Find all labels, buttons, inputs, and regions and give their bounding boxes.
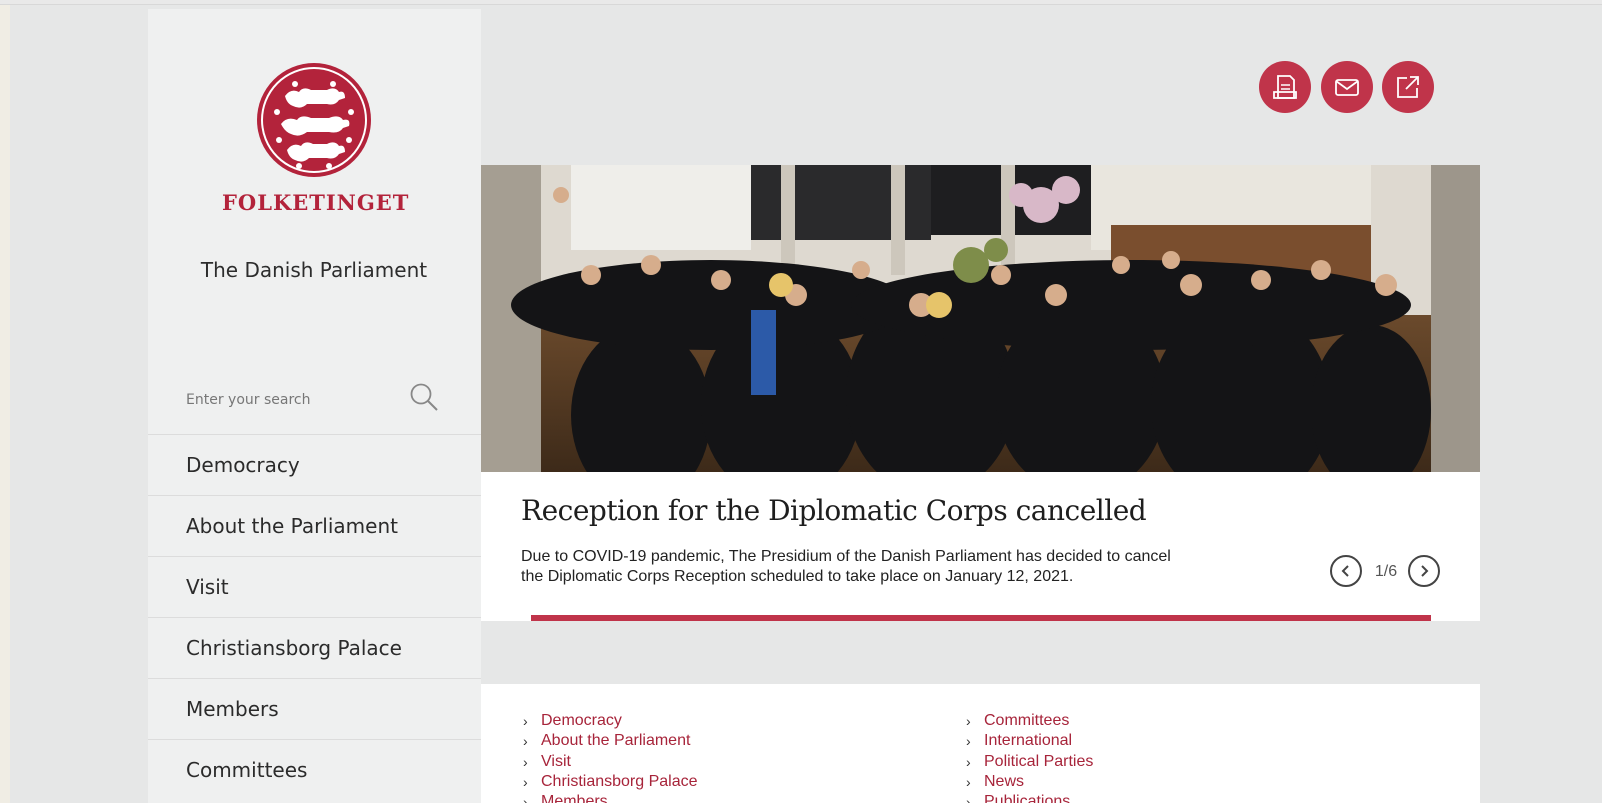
chevron-right-icon: › (966, 733, 971, 750)
quick-link-label: Political Parties (984, 752, 1094, 770)
quick-link-label: Democracy (541, 712, 622, 730)
chevron-right-icon: › (523, 733, 528, 750)
sidebar-item-christiansborg-palace[interactable]: Christiansborg Palace (148, 617, 481, 678)
quick-link-publications[interactable]: › Publications (966, 792, 1093, 803)
carousel-prev-button[interactable] (1330, 555, 1362, 587)
sidebar-item-democracy[interactable]: Democracy (148, 434, 481, 495)
mail-icon (1335, 79, 1359, 96)
quick-link-label: Christiansborg Palace (541, 773, 698, 791)
site-tagline: The Danish Parliament (200, 258, 428, 282)
share-button[interactable] (1382, 61, 1434, 113)
reception-crowd-photo (481, 165, 1480, 472)
sidebar-item-committees[interactable]: Committees (148, 739, 481, 800)
chevron-left-icon (1341, 565, 1349, 577)
quick-link-label: News (984, 773, 1025, 791)
sidebar-item-visit[interactable]: Visit (148, 556, 481, 617)
sidebar-nav: Democracy About the Parliament Visit Chr… (148, 434, 481, 800)
carousel-next-button[interactable] (1408, 555, 1440, 587)
search-icon[interactable] (408, 381, 440, 413)
quick-link-about-the-parliament[interactable]: › About the Parliament (523, 731, 698, 751)
quick-link-political-parties[interactable]: › Political Parties (966, 752, 1093, 772)
quick-link-christiansborg-palace[interactable]: › Christiansborg Palace (523, 772, 698, 792)
quick-link-label: Members (541, 793, 608, 803)
quick-link-international[interactable]: › International (966, 731, 1093, 751)
quick-links-panel: › Democracy › About the Parliament › Visit … (481, 684, 1480, 803)
hero-title[interactable]: Reception for the Diplomatic Corps cance… (521, 494, 1147, 527)
carousel-progress-bar (531, 615, 1431, 621)
quick-link-members[interactable]: › Members (523, 792, 698, 803)
quick-link-news[interactable]: › News (966, 772, 1093, 792)
chevron-right-icon (1421, 565, 1429, 577)
search-input[interactable] (186, 386, 406, 414)
chevron-right-icon: › (966, 794, 971, 803)
chevron-right-icon: › (523, 713, 528, 730)
chevron-right-icon: › (966, 713, 971, 730)
page-margin (0, 5, 10, 803)
chevron-right-icon: › (523, 753, 528, 770)
quick-link-visit[interactable]: › Visit (523, 752, 698, 772)
chevron-right-icon: › (523, 794, 528, 803)
quick-link-label: International (984, 732, 1073, 750)
sidebar-item-about-the-parliament[interactable]: About the Parliament (148, 495, 481, 556)
hero-description: Due to COVID-19 pandemic, The Presidium … (521, 548, 1171, 585)
sidebar-item-members[interactable]: Members (148, 678, 481, 739)
quick-link-label: Visit (541, 752, 571, 770)
folketinget-wordmark[interactable]: FOLKETINGET (222, 190, 408, 215)
mail-button[interactable] (1321, 61, 1373, 113)
quick-link-label: Committees (984, 712, 1070, 730)
quick-links-column-1: › Democracy › About the Parliament › Visit … (523, 711, 698, 803)
news-carousel: Reception for the Diplomatic Corps cance… (481, 165, 1480, 621)
chevron-right-icon: › (966, 753, 971, 770)
quick-link-label: Publications (984, 793, 1071, 803)
carousel-counter: 1/6 (1374, 563, 1398, 580)
quick-link-committees[interactable]: › Committees (966, 711, 1093, 731)
print-button[interactable] (1259, 61, 1311, 113)
chevron-right-icon: › (523, 774, 528, 791)
print-icon (1273, 75, 1297, 99)
hero-photo[interactable] (481, 165, 1480, 472)
quick-links-column-2: › Committees › International › Political Pa… (966, 711, 1093, 803)
chevron-right-icon: › (966, 774, 971, 791)
share-icon (1397, 76, 1419, 98)
carousel-progress-track (531, 615, 1431, 621)
folketinget-seal-logo[interactable] (255, 62, 373, 178)
quick-link-democracy[interactable]: › Democracy (523, 711, 698, 731)
quick-link-label: About the Parliament (541, 732, 691, 750)
